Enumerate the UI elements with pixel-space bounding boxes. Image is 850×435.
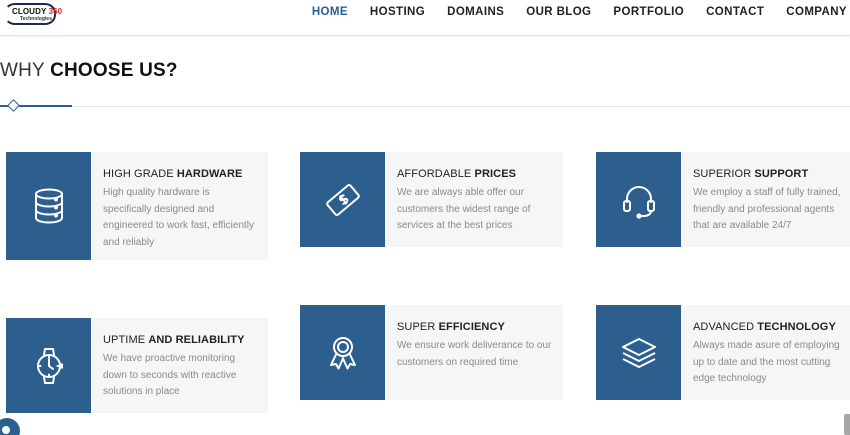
nav-domains[interactable]: DOMAINS <box>447 6 504 18</box>
feature-icon-box <box>6 152 91 260</box>
feature-card-prices: AFFORDABLE PRICES We are always able off… <box>300 152 563 247</box>
money-tag-icon <box>325 183 360 216</box>
main-nav: HOME HOSTING DOMAINS OUR BLOG PORTFOLIO … <box>290 6 847 18</box>
feature-card-uptime: UPTIME AND RELIABILITY We have proactive… <box>6 318 268 413</box>
feature-title: ADVANCED TECHNOLOGY <box>693 321 836 333</box>
feature-icon-box <box>6 318 91 413</box>
award-icon <box>329 336 356 369</box>
site-header: CLOUDY 360 Technologies HOME HOSTING DOM… <box>0 0 850 36</box>
feature-title: HIGH GRADE HARDWARE <box>103 168 243 180</box>
nav-hosting[interactable]: HOSTING <box>370 6 425 18</box>
nav-company[interactable]: COMPANY <box>786 6 847 18</box>
feature-description: We employ a staff of fully trained, frie… <box>693 187 841 232</box>
feature-icon-box <box>300 152 385 247</box>
logo-text: CLOUDY 360 <box>12 7 63 16</box>
headset-icon <box>622 185 655 219</box>
feature-text: ADVANCED TECHNOLOGY Always made asure of… <box>693 321 842 388</box>
feature-icon-box <box>300 305 385 400</box>
watch-icon <box>36 347 63 384</box>
nav-portfolio[interactable]: PORTFOLIO <box>613 6 684 18</box>
feature-text: AFFORDABLE PRICES We are always able off… <box>397 168 555 235</box>
feature-text: SUPER EFFICIENCY We ensure work delivera… <box>397 321 555 371</box>
section-divider <box>0 106 850 107</box>
nav-home[interactable]: HOME <box>312 6 348 18</box>
feature-card-efficiency: SUPER EFFICIENCY We ensure work delivera… <box>300 305 563 400</box>
feature-card-support: SUPERIOR SUPPORT We employ a staff of fu… <box>596 152 850 247</box>
feature-title: SUPER EFFICIENCY <box>397 321 505 333</box>
scrollbar-handle[interactable] <box>844 414 850 435</box>
database-icon <box>34 188 63 224</box>
feature-description: High quality hardware is specifically de… <box>103 187 255 248</box>
feature-icon-box <box>596 152 681 247</box>
feature-icon-box <box>596 305 681 400</box>
layers-icon <box>621 337 656 368</box>
section-title: WHY CHOOSE US? <box>0 60 178 81</box>
feature-card-hardware: HIGH GRADE HARDWARE High quality hardwar… <box>6 152 268 260</box>
feature-text: SUPERIOR SUPPORT We employ a staff of fu… <box>693 168 842 235</box>
feature-description: We ensure work deliverance to our custom… <box>397 340 552 368</box>
feature-description: We are always able offer our customers t… <box>397 187 531 232</box>
nav-contact[interactable]: CONTACT <box>706 6 764 18</box>
feature-card-technology: ADVANCED TECHNOLOGY Always made asure of… <box>596 305 850 400</box>
feature-description: We have proactive monitoring down to sec… <box>103 353 237 398</box>
diamond-icon <box>7 99 20 112</box>
nav-our-blog[interactable]: OUR BLOG <box>526 6 591 18</box>
company-logo[interactable]: CLOUDY 360 Technologies <box>4 3 62 25</box>
feature-text: UPTIME AND RELIABILITY We have proactive… <box>103 334 260 401</box>
feature-title: SUPERIOR SUPPORT <box>693 168 809 180</box>
feature-title: AFFORDABLE PRICES <box>397 168 517 180</box>
logo-subtext: Technologies <box>20 16 52 22</box>
feature-text: HIGH GRADE HARDWARE High quality hardwar… <box>103 168 260 251</box>
feature-title: UPTIME AND RELIABILITY <box>103 334 245 346</box>
chat-widget-button[interactable] <box>0 418 20 435</box>
feature-description: Always made asure of employing up to dat… <box>693 340 840 385</box>
